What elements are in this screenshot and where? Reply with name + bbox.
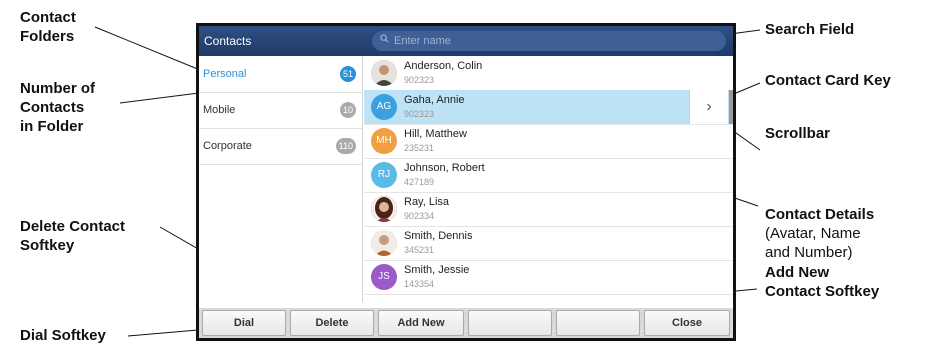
folder-item-corporate[interactable]: Corporate 110 [199,128,362,165]
callout-add-new-softkey: Add New Contact Softkey [765,263,879,301]
contact-name: Johnson, Robert [404,162,485,174]
delete-softkey[interactable]: Delete [290,310,374,336]
contact-name: Hill, Matthew [404,128,467,140]
avatar-initials: JS [371,264,397,290]
contact-number: 143354 [404,279,435,289]
callout-text: Number of [20,80,95,97]
contact-list: Anderson, Colin 902323 AG Gaha, Annie 90… [364,56,733,302]
folder-count-badge: 10 [339,102,356,118]
avatar-initials: RJ [371,162,397,188]
contact-row[interactable]: JS Smith, Jessie 143354 [364,260,733,295]
contact-number: 235231 [404,143,435,153]
contact-number: 902334 [404,211,435,221]
person-photo-icon [371,230,397,256]
folder-item-personal[interactable]: Personal 51 [199,56,362,93]
search-input[interactable]: Enter name [372,31,726,51]
title-bar: Contacts Enter name [199,26,733,56]
contact-name: Smith, Jessie [404,264,470,276]
contact-number: 427189 [404,177,435,187]
callout-contact-folders: Contact Folders [20,8,76,46]
folder-item-mobile[interactable]: Mobile 10 [199,92,362,129]
callout-search-field: Search Field [765,21,855,38]
folder-name: Corporate [203,140,252,152]
callout-subtext: and Number) [765,244,853,261]
contact-number: 902323 [404,75,435,85]
callout-text: Folders [20,28,75,45]
callout-delete-softkey: Delete Contact Softkey [20,217,125,255]
search-icon [380,34,389,43]
contact-row[interactable]: MH Hill, Matthew 235231 [364,124,733,159]
contact-row[interactable]: RJ Johnson, Robert 427189 [364,158,733,193]
avatar-initials: AG [371,94,397,120]
callout-number-of-contacts: Number of Contacts in Folder [20,79,95,136]
empty-softkey[interactable] [468,310,552,336]
close-softkey[interactable]: Close [644,310,730,336]
callout-contact-details: Contact Details (Avatar, Name and Number… [765,205,874,262]
avatar-initials: MH [371,128,397,154]
contact-number: 902323 [404,109,435,119]
callout-subtext: (Avatar, Name [765,225,861,242]
avatar-photo [371,230,397,256]
contact-row-selected[interactable]: AG Gaha, Annie 902323 › [364,90,733,125]
callout-text: Softkey [20,237,75,254]
folder-count-badge: 110 [335,138,356,154]
callout-text: Contact [20,9,76,26]
folder-name: Personal [203,68,247,80]
search-placeholder: Enter name [394,35,451,47]
softkey-bar: Dial Delete Add New Close [199,308,733,338]
callout-text: Contact Details [765,206,875,223]
folder-list: Personal 51 Mobile 10 Corporate 110 [199,56,363,302]
callout-dial-softkey: Dial Softkey [20,327,106,344]
person-photo-icon [371,196,397,222]
avatar-photo [371,60,397,86]
callout-text: Add New [765,264,830,281]
folder-name: Mobile [203,104,236,116]
contact-row[interactable]: Ray, Lisa 902334 [364,192,733,227]
callout-contact-card-key: Contact Card Key [765,72,891,89]
avatar-photo [371,196,397,222]
screen-title: Contacts [204,34,252,48]
contact-card-key[interactable]: › [689,90,728,124]
contact-row[interactable]: Smith, Dennis 345231 [364,226,733,261]
contact-number: 345231 [404,245,435,255]
callout-text: in Folder [20,118,84,135]
contact-name: Gaha, Annie [404,94,465,106]
person-photo-icon [371,60,397,86]
callout-text: Contacts [20,99,85,116]
contact-name: Smith, Dennis [404,230,473,242]
scrollbar[interactable] [729,90,733,124]
callout-text: Delete Contact [20,218,126,235]
dial-softkey[interactable]: Dial [202,310,286,336]
callout-scrollbar: Scrollbar [765,125,831,142]
callout-text: Contact Softkey [765,283,880,300]
contact-row[interactable]: Anderson, Colin 902323 [364,56,733,91]
contact-name: Ray, Lisa [404,196,450,208]
add-new-softkey[interactable]: Add New [378,310,464,336]
empty-softkey[interactable] [556,310,640,336]
phone-screen: Contacts Enter name Personal 51 Mobile 1… [196,23,736,341]
folder-count-badge: 51 [339,66,356,82]
contact-name: Anderson, Colin [404,60,483,72]
